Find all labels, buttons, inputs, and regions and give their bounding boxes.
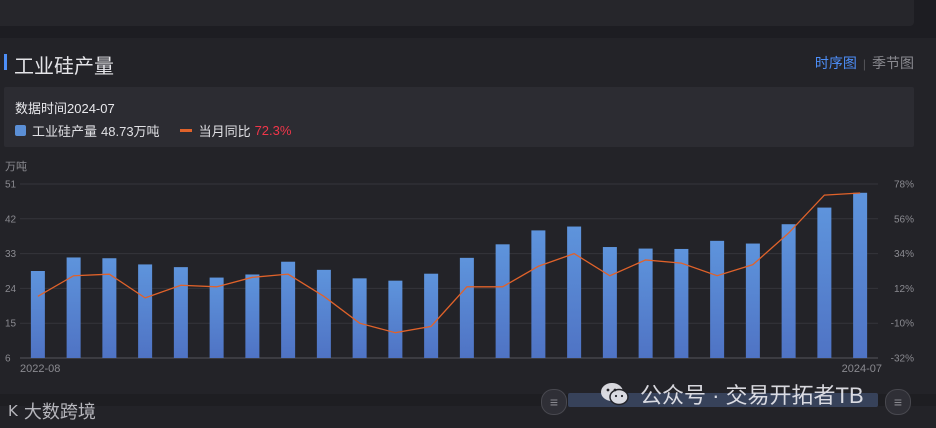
x-tick-label-end: 2024-07 <box>842 363 882 375</box>
y-right-tick-label: -10% <box>891 319 914 330</box>
bar <box>316 269 331 358</box>
yoy-line <box>37 192 861 334</box>
bar <box>352 278 367 358</box>
bar <box>209 277 224 358</box>
watermark: 公众号 · 交易开拓者TB <box>600 378 864 410</box>
watermark-text: 公众号 · 交易开拓者TB <box>640 383 864 408</box>
bar <box>245 274 260 358</box>
x-tick-label-start: 2022-08 <box>20 363 60 375</box>
y-right-tick-label: -32% <box>891 354 914 365</box>
zoom-handle-right[interactable]: ≡ <box>885 389 911 415</box>
y-left-tick-label: 42 <box>5 214 17 225</box>
y-right-tick-label: 34% <box>894 249 914 260</box>
zoom-handle-left[interactable]: ≡ <box>541 389 567 415</box>
bar <box>638 248 653 358</box>
bar <box>853 192 868 358</box>
y-left-tick-label: 33 <box>5 249 17 260</box>
bar <box>281 261 296 358</box>
bar <box>424 273 439 358</box>
y-left-tick-label: 6 <box>5 354 11 365</box>
bar <box>602 247 617 358</box>
y-right-tick-label: 12% <box>894 284 914 295</box>
bar <box>388 280 403 358</box>
bar <box>30 271 45 358</box>
wechat-icon <box>601 383 629 406</box>
bar <box>102 258 117 358</box>
bar <box>495 244 510 358</box>
brand: K 大数跨境 <box>8 398 96 424</box>
bar <box>138 264 153 358</box>
y-left-unit-label: 万吨 <box>5 160 27 173</box>
y-right-tick-label: 78% <box>894 180 914 191</box>
bar <box>567 226 582 358</box>
y-left-tick-label: 15 <box>5 319 17 330</box>
bar <box>710 240 725 358</box>
bar <box>459 257 474 358</box>
brand-name: 大数跨境 <box>23 402 96 422</box>
y-left-tick-label: 51 <box>5 180 17 191</box>
bar <box>66 257 81 358</box>
bar <box>531 230 546 358</box>
bar <box>781 224 796 358</box>
brand-logo: K <box>8 402 18 420</box>
bar <box>817 207 832 358</box>
bar <box>173 267 188 358</box>
y-left-tick-label: 24 <box>5 284 17 295</box>
y-right-tick-label: 56% <box>894 214 914 225</box>
chart-svg: 万吨 6 -32% 15 -10% 24 12% 33 34% 42 56% 51 78% 2022-08… <box>5 160 914 375</box>
